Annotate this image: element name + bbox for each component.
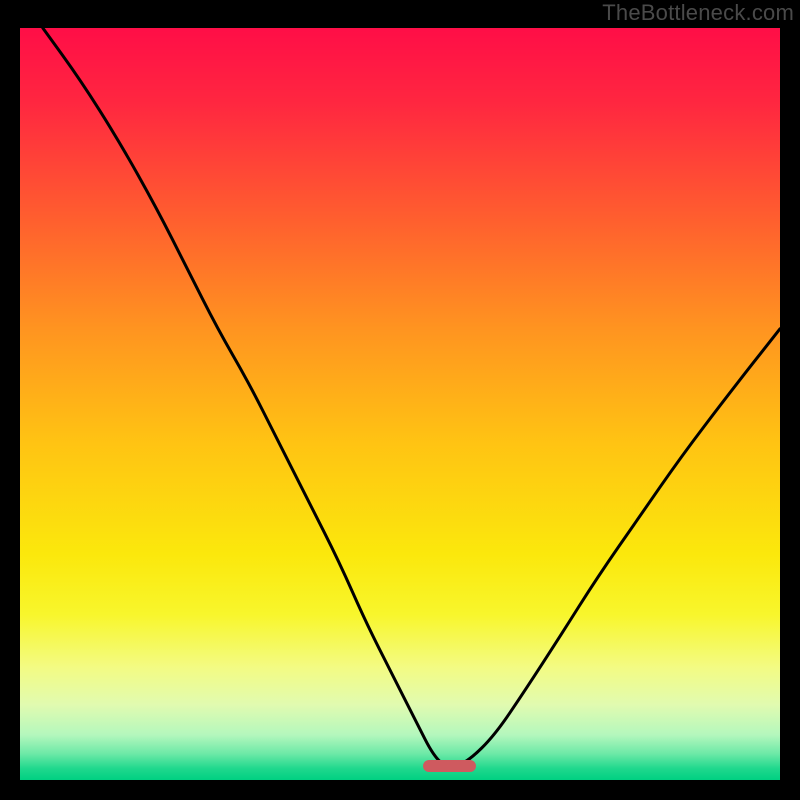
optimal-marker bbox=[423, 760, 476, 772]
bottleneck-curve-svg bbox=[20, 28, 780, 780]
bottleneck-curve-path bbox=[43, 28, 780, 766]
chart-root: TheBottleneck.com bbox=[0, 0, 800, 800]
watermark-text: TheBottleneck.com bbox=[602, 0, 794, 26]
plot-area bbox=[20, 28, 780, 780]
